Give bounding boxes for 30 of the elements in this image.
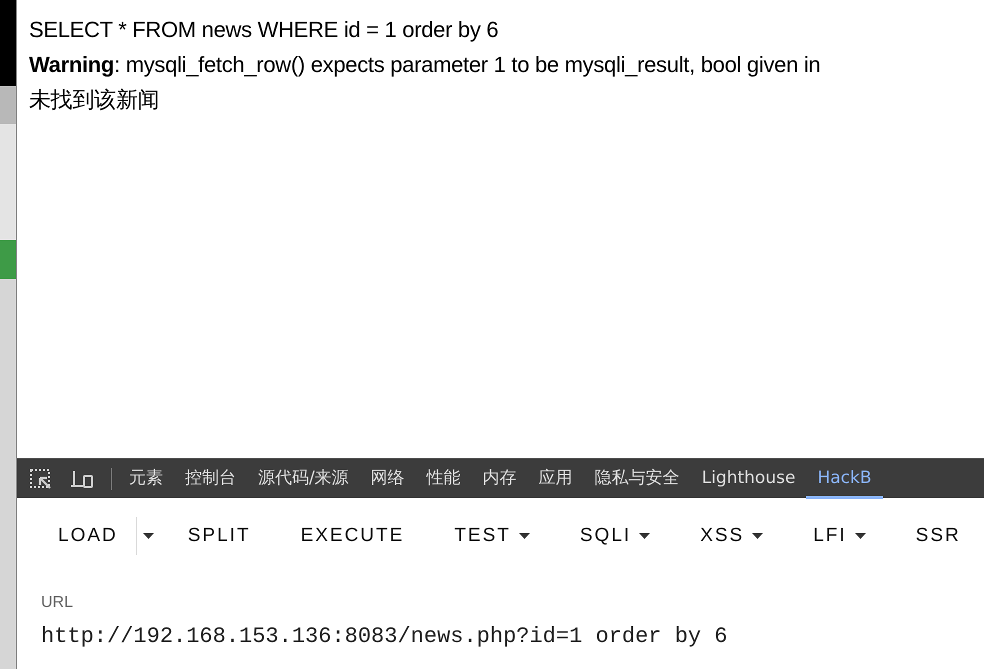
devtools-tab[interactable]: HackB [806,458,882,498]
page-text-line: 未找到该新闻 [29,86,160,114]
toolbar-menu-button[interactable]: LFI [797,517,882,555]
devtools-tab[interactable]: 源代码/来源 [247,458,360,498]
caret-icon [854,533,866,539]
toolbar-button[interactable]: EXECUTE [284,517,420,555]
devtools-tab[interactable]: 控制台 [174,458,247,498]
url-label: URL [41,594,74,612]
page-text-line: Warning: mysqli_fetch_row() expects parameter 1 to be mysqli_result, bool given in [29,51,822,79]
inspect-icon[interactable] [29,468,53,490]
devtools-tab[interactable]: 元素 [118,458,174,498]
devtools-tab[interactable]: Lighthouse [690,458,806,498]
caret-icon [518,533,530,539]
toolbar-menu-button[interactable]: SQLI [564,517,666,555]
devtools-tab[interactable]: 网络 [360,458,416,498]
url-value: http://192.168.153.136:8083/news.php?id=1 order by 6 [41,624,728,649]
devtools-tab[interactable]: 性能 [416,458,472,498]
page-text-line: SELECT * FROM news WHERE id = 1 order by 6 [29,16,500,44]
devtools-tab[interactable]: 应用 [528,458,584,498]
url-field[interactable]: URL http://192.168.153.136:8083/news.php?id=1 order by 6 [17,574,984,649]
caret-icon [142,533,154,539]
toolbar-menu-button[interactable]: TEST [438,517,546,555]
caret-icon [752,533,764,539]
toolbar-button[interactable]: LOAD [42,517,134,555]
devtools-tab[interactable]: 隐私与安全 [584,458,691,498]
toolbar-button[interactable]: SPLIT [172,517,267,555]
toolbar-menu-button[interactable]: XSS [684,517,780,555]
toolbar-button[interactable]: SSR [900,517,977,555]
caret-icon [639,533,650,539]
devtools-tab[interactable]: 内存 [472,458,528,498]
